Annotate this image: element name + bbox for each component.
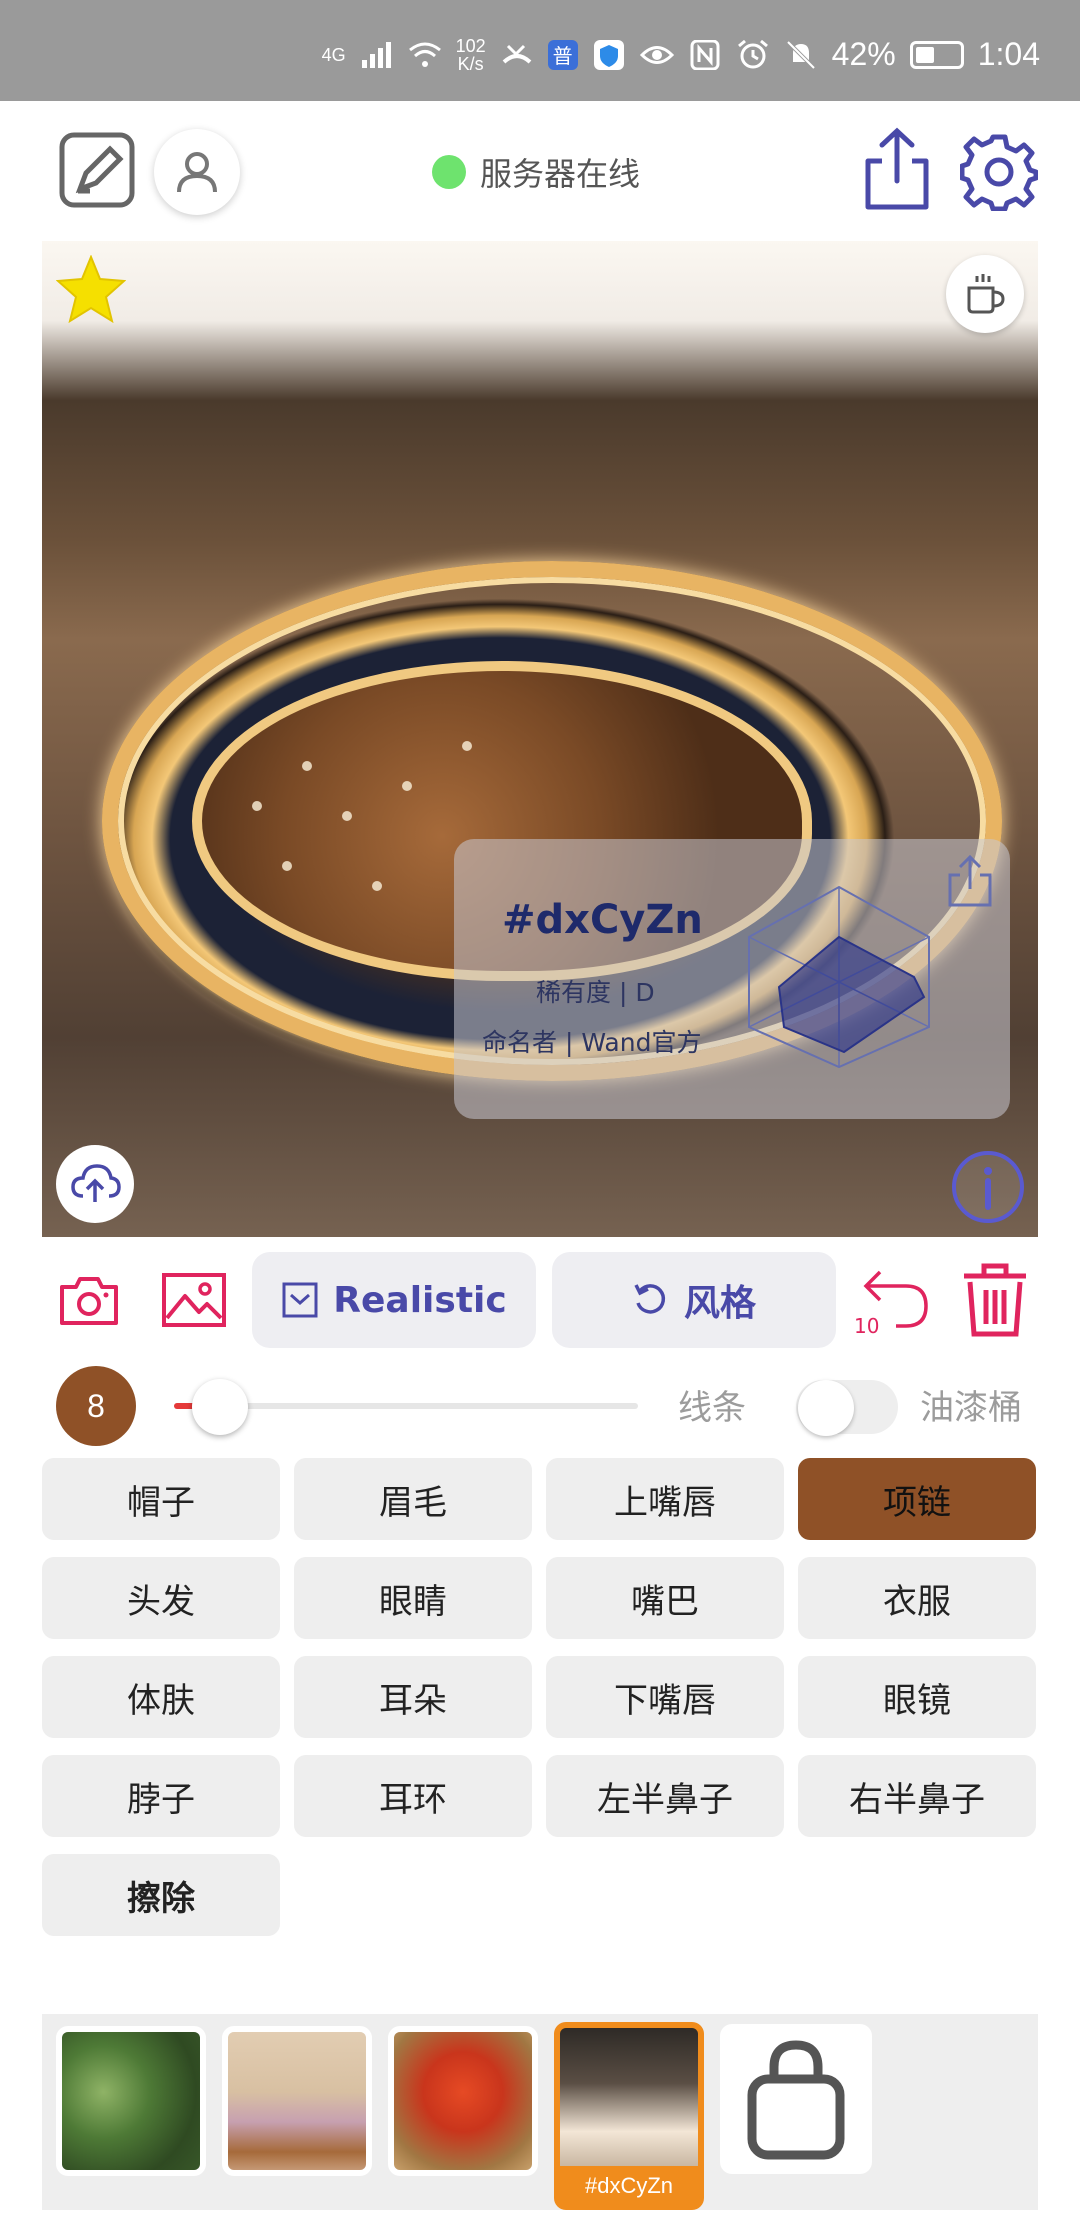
- sparkle: [372, 881, 382, 891]
- settings-button[interactable]: [960, 133, 1038, 211]
- restyle-label: 风格: [683, 1283, 756, 1324]
- part-chip[interactable]: 耳朵: [294, 1656, 532, 1738]
- gallery-thumbnail[interactable]: [388, 2026, 538, 2176]
- part-chip[interactable]: 项链: [798, 1458, 1036, 1540]
- cloud-upload-icon: [71, 1164, 121, 1202]
- app-badge: 普: [547, 39, 578, 70]
- sparkle: [342, 811, 352, 821]
- mute-bell-icon: [786, 40, 816, 69]
- drawing-canvas[interactable]: #dxCyZn 稀有度 | D 命名者 | Wand官方: [42, 241, 1038, 1237]
- eye-icon: [639, 45, 674, 64]
- profile-button[interactable]: [154, 129, 240, 215]
- server-status: 服务器在线: [432, 149, 640, 195]
- coffee-cup-icon: [967, 274, 1005, 314]
- part-chip[interactable]: 左半鼻子: [546, 1755, 784, 1837]
- part-chip[interactable]: 右半鼻子: [798, 1755, 1036, 1837]
- status-bar-right: 4G 102 K/s 普 42% 1:04: [322, 36, 1040, 73]
- status-bar: 4G 102 K/s 普 42% 1:04: [0, 0, 1080, 101]
- part-chip[interactable]: 眼睛: [294, 1557, 532, 1639]
- nfc-icon: [690, 39, 720, 70]
- share-icon: [865, 127, 929, 210]
- network-type: 4G: [321, 44, 346, 65]
- gallery-thumbnail[interactable]: [222, 2026, 372, 2176]
- speed-value: 102: [455, 35, 486, 56]
- gallery-tray: #dxCyZn: [42, 2014, 1038, 2210]
- favorite-star-icon[interactable]: [56, 255, 126, 323]
- shop-button[interactable]: [720, 2024, 872, 2174]
- gallery-button[interactable]: [160, 1270, 228, 1330]
- part-chip[interactable]: 眉毛: [294, 1458, 532, 1540]
- clock: 1:04: [977, 36, 1040, 72]
- gear-icon: [960, 134, 1038, 211]
- brush-size-slider-thumb[interactable]: [192, 1379, 248, 1435]
- gallery-thumbnail[interactable]: [56, 2026, 206, 2176]
- share-button[interactable]: [862, 127, 932, 211]
- sparkle: [282, 861, 292, 871]
- user-icon: [177, 152, 217, 193]
- bucket-toggle[interactable]: [796, 1380, 898, 1436]
- server-status-label: 服务器在线: [480, 155, 641, 193]
- checkbox-icon: [282, 1282, 318, 1318]
- trash-icon: [964, 1263, 1026, 1337]
- delete-button[interactable]: [958, 1262, 1032, 1338]
- part-chip[interactable]: 帽子: [42, 1458, 280, 1540]
- style-label: Realistic: [333, 1279, 507, 1321]
- wifi-icon: [408, 42, 441, 67]
- camera-button[interactable]: [56, 1270, 122, 1330]
- part-chip[interactable]: 耳环: [294, 1755, 532, 1837]
- camera-icon: [60, 1277, 118, 1325]
- radar-chart: [748, 885, 930, 1069]
- network-speed: 102 K/s: [456, 37, 486, 73]
- part-chip[interactable]: 擦除: [42, 1854, 280, 1936]
- rotate-icon: [634, 1284, 666, 1314]
- bucket-mode-label[interactable]: 油漆桶: [920, 1380, 1022, 1429]
- shopping-bag-icon: [747, 2040, 845, 2160]
- part-chip[interactable]: 头发: [42, 1557, 280, 1639]
- gallery-thumbnail-selected[interactable]: #dxCyZn: [554, 2022, 704, 2210]
- server-status-dot: [432, 155, 466, 189]
- sparkle: [462, 741, 472, 751]
- sparkle: [302, 761, 312, 771]
- artwork-rarity: 稀有度 | D: [536, 978, 655, 1007]
- info-icon[interactable]: [950, 1149, 1026, 1225]
- undo-count: 10: [854, 1314, 880, 1338]
- part-chip[interactable]: 衣服: [798, 1557, 1036, 1639]
- edit-icon: [59, 132, 135, 208]
- battery-percent: 42%: [831, 36, 896, 72]
- shield-icon: [593, 39, 624, 70]
- sparkle: [252, 801, 262, 811]
- part-chip[interactable]: 体肤: [42, 1656, 280, 1738]
- artwork-namer: 命名者 | Wand官方: [482, 1028, 702, 1057]
- part-chip[interactable]: 脖子: [42, 1755, 280, 1837]
- sparkle: [402, 781, 412, 791]
- line-mode-label[interactable]: 线条: [678, 1380, 746, 1429]
- upload-button[interactable]: [56, 1145, 134, 1223]
- artwork-info-card: #dxCyZn 稀有度 | D 命名者 | Wand官方: [454, 839, 1010, 1119]
- gallery-thumbnail-caption: #dxCyZn: [584, 2173, 674, 2198]
- restyle-button[interactable]: 风格: [552, 1252, 836, 1348]
- part-chip[interactable]: 下嘴唇: [546, 1656, 784, 1738]
- battery-icon: [909, 40, 964, 69]
- edit-button[interactable]: [58, 131, 136, 209]
- tool-row: Realistic 风格 10: [0, 1252, 1080, 1350]
- speed-unit: K/s: [457, 53, 484, 74]
- coffee-button[interactable]: [946, 255, 1024, 333]
- brush-row: 8 线条 油漆桶: [0, 1366, 1080, 1446]
- part-chip[interactable]: 上嘴唇: [546, 1458, 784, 1540]
- signal-icon: [361, 41, 391, 68]
- brush-size-badge: 8: [56, 1366, 136, 1446]
- card-share-icon[interactable]: [946, 853, 994, 909]
- top-bar: 服务器在线: [0, 101, 1080, 241]
- part-chip[interactable]: 嘴巴: [546, 1557, 784, 1639]
- style-select-button[interactable]: Realistic: [252, 1252, 536, 1348]
- missed-call-icon: [502, 44, 532, 64]
- toggle-knob: [798, 1380, 854, 1436]
- artwork-name: #dxCyZn: [502, 897, 703, 943]
- alarm-icon: [737, 39, 768, 68]
- image-icon: [162, 1273, 226, 1327]
- part-chip[interactable]: 眼镜: [798, 1656, 1036, 1738]
